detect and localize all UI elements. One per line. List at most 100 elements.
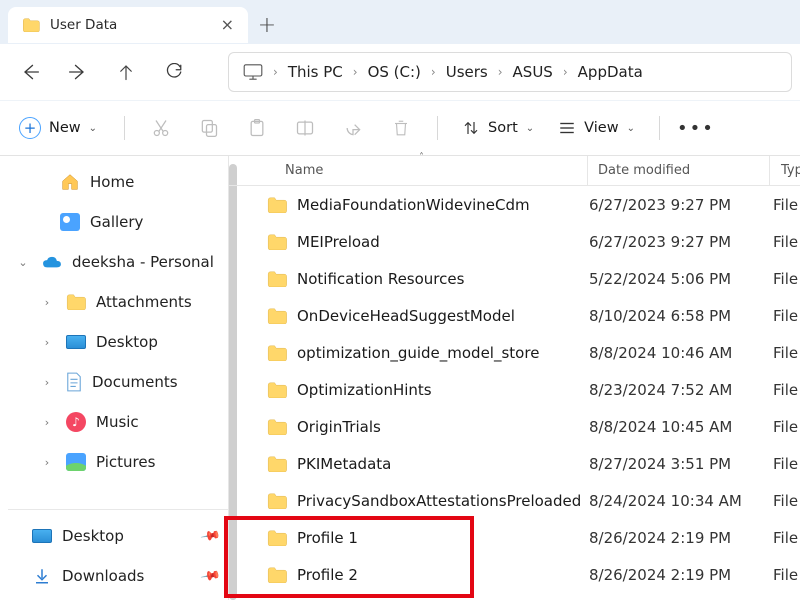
sidebar-item-pictures[interactable]: › Pictures [8, 442, 228, 482]
chevron-right-icon[interactable]: › [38, 336, 56, 349]
up-button[interactable] [104, 50, 148, 94]
sidebar-item-label: Gallery [90, 213, 143, 231]
active-tab[interactable]: User Data × [8, 7, 248, 43]
file-type: File [773, 270, 798, 288]
file-name-cell: MediaFoundationWidevineCdm [267, 196, 589, 214]
share-button[interactable] [331, 106, 375, 150]
new-tab-button[interactable]: + [248, 7, 286, 43]
pc-icon [243, 64, 263, 80]
sidebar-item-music[interactable]: › ♪ Music [8, 402, 228, 442]
main-area: Home Gallery ⌄ deeksha - Personal › Atta… [0, 156, 800, 600]
rename-button[interactable] [283, 106, 327, 150]
chevron-right-icon: › [498, 65, 503, 79]
nav-bar: › This PC › OS (C:) › Users › ASUS › App… [0, 44, 800, 100]
sort-icon [462, 119, 480, 137]
toolbar: + New ⌄ Sort ⌄ View ⌄ ••• [0, 100, 800, 156]
folder-icon [267, 345, 287, 361]
chevron-right-icon[interactable]: › [38, 376, 56, 389]
sort-label: Sort [488, 120, 518, 136]
column-header-type[interactable]: Typ [781, 163, 800, 178]
file-row[interactable]: OnDeviceHeadSuggestModel8/10/2024 6:58 P… [267, 297, 800, 334]
column-header-date[interactable]: Date modified [598, 163, 690, 178]
chevron-right-icon[interactable]: › [38, 296, 56, 309]
delete-button[interactable] [379, 106, 423, 150]
sidebar-item-home[interactable]: Home [8, 162, 228, 202]
new-button-label: New [49, 120, 81, 136]
folder-icon [267, 419, 287, 435]
file-list: ˄ Name Date modified Typ MediaFoundation… [228, 156, 800, 600]
sidebar-item-label: Home [90, 173, 134, 191]
sidebar-item-documents[interactable]: › Documents [8, 362, 228, 402]
folder-icon [267, 197, 287, 213]
tab-bar: User Data × + [0, 0, 800, 44]
file-date: 8/27/2024 3:51 PM [589, 455, 773, 473]
chevron-right-icon[interactable]: › [38, 456, 56, 469]
sort-button[interactable]: Sort ⌄ [452, 110, 544, 146]
more-button[interactable]: ••• [674, 106, 718, 150]
sidebar: Home Gallery ⌄ deeksha - Personal › Atta… [0, 156, 228, 600]
chevron-down-icon: ⌄ [526, 123, 534, 134]
file-name-cell: OnDeviceHeadSuggestModel [267, 307, 589, 325]
view-button[interactable]: View ⌄ [548, 110, 645, 146]
file-name: OptimizationHints [297, 381, 432, 399]
file-date: 8/23/2024 7:52 AM [589, 381, 773, 399]
desktop-icon [66, 335, 86, 349]
file-type: File [773, 307, 798, 325]
sidebar-item-gallery[interactable]: Gallery [8, 202, 228, 242]
sidebar-item-label: Desktop [96, 333, 158, 351]
ellipsis-icon: ••• [677, 118, 715, 139]
breadcrumb-appdata[interactable]: AppData [578, 63, 643, 81]
view-icon [558, 120, 576, 136]
file-row[interactable]: PrivacySandboxAttestationsPreloaded8/24/… [267, 482, 800, 519]
paste-button[interactable] [235, 106, 279, 150]
chevron-down-icon: ⌄ [627, 123, 635, 134]
chevron-down-icon[interactable]: ⌄ [14, 256, 32, 269]
file-name: PKIMetadata [297, 455, 391, 473]
file-name-cell: OriginTrials [267, 418, 589, 436]
file-name: Profile 1 [297, 529, 358, 547]
column-header-name[interactable]: Name [285, 163, 323, 178]
close-icon[interactable]: × [221, 17, 234, 33]
sidebar-item-label: Attachments [96, 293, 192, 311]
file-row[interactable]: PKIMetadata8/27/2024 3:51 PMFile [267, 445, 800, 482]
file-date: 8/24/2024 10:34 AM [589, 492, 773, 510]
downloads-icon [32, 567, 52, 585]
file-row[interactable]: Profile 18/26/2024 2:19 PMFile [267, 519, 800, 556]
back-button[interactable] [8, 50, 52, 94]
new-button[interactable]: + New ⌄ [10, 110, 110, 146]
file-row[interactable]: MediaFoundationWidevineCdm 6/27/2023 9:27… [267, 186, 800, 223]
file-row[interactable]: OriginTrials8/8/2024 10:45 AMFile [267, 408, 800, 445]
file-date: 6/27/2023 9:27 PM [589, 196, 773, 214]
breadcrumb-this-pc[interactable]: This PC [288, 63, 343, 81]
file-type: File [773, 381, 798, 399]
sidebar-item-attachments[interactable]: › Attachments [8, 282, 228, 322]
file-row[interactable]: Profile 28/26/2024 2:19 PMFile [267, 556, 800, 593]
cut-button[interactable] [139, 106, 183, 150]
file-type: File [773, 233, 798, 251]
chevron-right-icon[interactable]: › [38, 416, 56, 429]
chevron-right-icon: › [353, 65, 358, 79]
file-row[interactable]: Notification Resources5/22/2024 5:06 PMF… [267, 260, 800, 297]
sidebar-item-desktop[interactable]: › Desktop [8, 322, 228, 362]
folder-icon [267, 308, 287, 324]
address-bar[interactable]: › This PC › OS (C:) › Users › ASUS › App… [228, 52, 792, 92]
sidebar-item-onedrive[interactable]: ⌄ deeksha - Personal [8, 242, 228, 282]
refresh-button[interactable] [152, 50, 196, 94]
folder-icon [267, 493, 287, 509]
file-name: MediaFoundationWidevineCdm [297, 196, 530, 214]
sidebar-pinned-downloads[interactable]: Downloads 📌 [8, 556, 228, 596]
breadcrumb-asus[interactable]: ASUS [513, 63, 553, 81]
breadcrumb-users[interactable]: Users [446, 63, 488, 81]
copy-button[interactable] [187, 106, 231, 150]
file-row[interactable]: optimization_guide_model_store8/8/2024 1… [267, 334, 800, 371]
chevron-right-icon: › [563, 65, 568, 79]
forward-button[interactable] [56, 50, 100, 94]
view-label: View [584, 120, 618, 136]
file-row[interactable]: MEIPreload6/27/2023 9:27 PMFile [267, 223, 800, 260]
file-row[interactable]: OptimizationHints 8/23/2024 7:52 AMFile [267, 371, 800, 408]
folder-icon [267, 234, 287, 250]
file-name-cell: Notification Resources [267, 270, 589, 288]
sidebar-pinned-desktop[interactable]: Desktop 📌 [8, 516, 228, 556]
breadcrumb-os-c[interactable]: OS (C:) [368, 63, 421, 81]
file-type: File [773, 492, 798, 510]
